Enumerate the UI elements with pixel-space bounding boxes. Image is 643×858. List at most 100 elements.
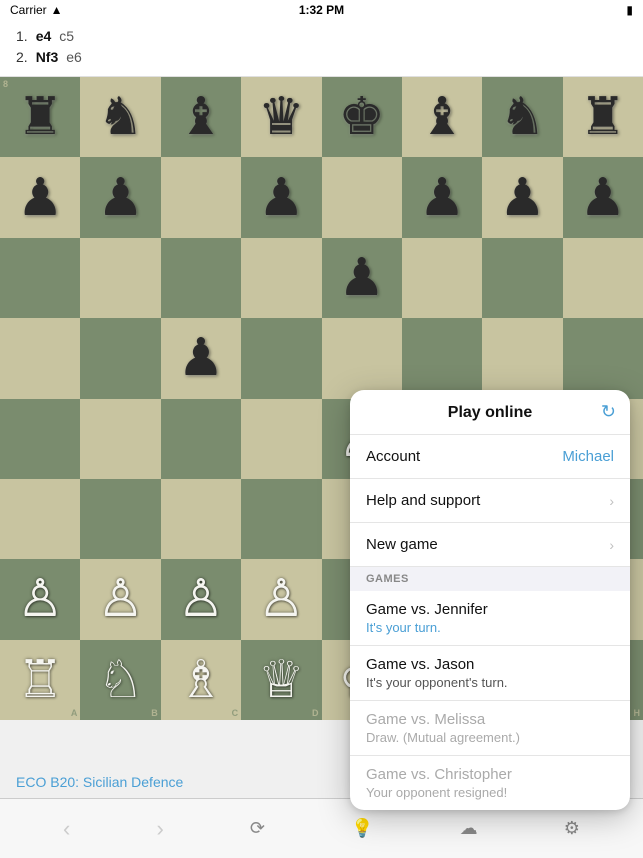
cell-g7[interactable]: ♟: [482, 157, 562, 237]
eco-label[interactable]: ECO B20: Sicilian Defence: [16, 774, 183, 790]
help-row[interactable]: Help and support ›: [350, 479, 630, 523]
piece-f8: ♝: [419, 91, 466, 143]
cell-d6[interactable]: [241, 238, 321, 318]
cell-e5[interactable]: [322, 318, 402, 398]
piece-a1: ♖: [17, 654, 64, 706]
battery-icon: ▮: [626, 3, 633, 17]
new-game-chevron-icon: ›: [609, 537, 614, 553]
cell-d7[interactable]: ♟: [241, 157, 321, 237]
piece-e8: ♚: [338, 91, 385, 143]
game-title-jason: Game vs. Jason: [366, 656, 614, 673]
piece-c1: ♗: [178, 654, 225, 706]
cell-a6[interactable]: [0, 238, 80, 318]
game-row-melissa[interactable]: Game vs. Melissa Draw. (Mutual agreement…: [350, 701, 630, 756]
lightbulb-button[interactable]: 💡: [335, 810, 389, 847]
cell-c3[interactable]: [161, 479, 241, 559]
cell-c4[interactable]: [161, 399, 241, 479]
cell-c8[interactable]: ♝: [161, 77, 241, 157]
game-status-jason: It's your opponent's turn.: [366, 675, 614, 690]
cell-h6[interactable]: [563, 238, 643, 318]
piece-b8: ♞: [97, 91, 144, 143]
cell-d1[interactable]: ♕ D: [241, 640, 321, 720]
cell-h8[interactable]: ♜: [563, 77, 643, 157]
cell-f5[interactable]: [402, 318, 482, 398]
cell-a1[interactable]: ♖ A: [0, 640, 80, 720]
account-label: Account: [366, 448, 420, 465]
settings-button[interactable]: ⚙: [548, 810, 596, 847]
move2-black: e6: [66, 47, 82, 68]
cell-c1[interactable]: ♗ C: [161, 640, 241, 720]
popup-title: Play online: [448, 404, 532, 422]
piece-c2: ♙: [178, 573, 225, 625]
cell-g8[interactable]: ♞: [482, 77, 562, 157]
piece-g8: ♞: [499, 91, 546, 143]
new-game-row[interactable]: New game ›: [350, 523, 630, 567]
cell-c2[interactable]: ♙: [161, 559, 241, 639]
cell-b8[interactable]: ♞: [80, 77, 160, 157]
account-row[interactable]: Account Michael: [350, 435, 630, 479]
cloud-button[interactable]: ☁: [444, 810, 494, 847]
cell-a2[interactable]: ♙: [0, 559, 80, 639]
piece-d2: ♙: [258, 573, 305, 625]
cell-b6[interactable]: [80, 238, 160, 318]
cell-a3[interactable]: [0, 479, 80, 559]
cell-e7[interactable]: [322, 157, 402, 237]
help-chevron-icon: ›: [609, 493, 614, 509]
cell-b7[interactable]: ♟: [80, 157, 160, 237]
move1-black: c5: [59, 26, 74, 47]
rotate-button[interactable]: ⟳: [234, 810, 281, 847]
cell-f7[interactable]: ♟: [402, 157, 482, 237]
game-title-melissa: Game vs. Melissa: [366, 711, 614, 728]
cell-f8[interactable]: ♝: [402, 77, 482, 157]
cell-a4[interactable]: [0, 399, 80, 479]
piece-b2: ♙: [97, 573, 144, 625]
game-title-christopher: Game vs. Christopher: [366, 766, 614, 783]
cell-g6[interactable]: [482, 238, 562, 318]
game-row-jennifer[interactable]: Game vs. Jennifer It's your turn.: [350, 591, 630, 646]
carrier-label: Carrier: [10, 3, 47, 17]
cell-a5[interactable]: [0, 318, 80, 398]
piece-e6: ♟: [338, 252, 385, 304]
move-notation: 1. e4 c5 2. Nf3 e6: [0, 20, 643, 77]
piece-h7: ♟: [580, 172, 627, 224]
cell-b1[interactable]: ♘ B: [80, 640, 160, 720]
new-game-label: New game: [366, 536, 438, 553]
account-value: Michael: [562, 448, 614, 465]
cell-f6[interactable]: [402, 238, 482, 318]
cell-d5[interactable]: [241, 318, 321, 398]
game-status-jennifer: It's your turn.: [366, 620, 614, 635]
move2-white: Nf3: [36, 47, 59, 68]
back-button[interactable]: ‹: [47, 808, 86, 850]
cell-a7[interactable]: ♟: [0, 157, 80, 237]
cell-c5[interactable]: ♟: [161, 318, 241, 398]
forward-button[interactable]: ›: [140, 808, 179, 850]
game-status-melissa: Draw. (Mutual agreement.): [366, 730, 614, 745]
cell-d3[interactable]: [241, 479, 321, 559]
cell-h7[interactable]: ♟: [563, 157, 643, 237]
game-row-jason[interactable]: Game vs. Jason It's your opponent's turn…: [350, 646, 630, 701]
cell-b2[interactable]: ♙: [80, 559, 160, 639]
cell-b3[interactable]: [80, 479, 160, 559]
cell-d4[interactable]: [241, 399, 321, 479]
move1-white: e4: [36, 26, 52, 47]
popup-header: Play online ↻: [350, 390, 630, 435]
piece-c8: ♝: [178, 91, 225, 143]
game-title-jennifer: Game vs. Jennifer: [366, 601, 614, 618]
cell-b4[interactable]: [80, 399, 160, 479]
cell-e6[interactable]: ♟: [322, 238, 402, 318]
games-section-header: GAMES: [350, 567, 630, 591]
game-status-christopher: Your opponent resigned!: [366, 785, 614, 800]
cell-c7[interactable]: [161, 157, 241, 237]
popup-panel: Play online ↻ Account Michael Help and s…: [350, 390, 630, 810]
cell-h5[interactable]: [563, 318, 643, 398]
cell-a8[interactable]: ♜ 8: [0, 77, 80, 157]
cell-b5[interactable]: [80, 318, 160, 398]
cell-e8[interactable]: ♚: [322, 77, 402, 157]
popup-refresh-button[interactable]: ↻: [601, 402, 616, 423]
cell-g5[interactable]: [482, 318, 562, 398]
piece-f7: ♟: [419, 172, 466, 224]
cell-d2[interactable]: ♙: [241, 559, 321, 639]
game-row-christopher[interactable]: Game vs. Christopher Your opponent resig…: [350, 756, 630, 810]
cell-d8[interactable]: ♛: [241, 77, 321, 157]
cell-c6[interactable]: [161, 238, 241, 318]
